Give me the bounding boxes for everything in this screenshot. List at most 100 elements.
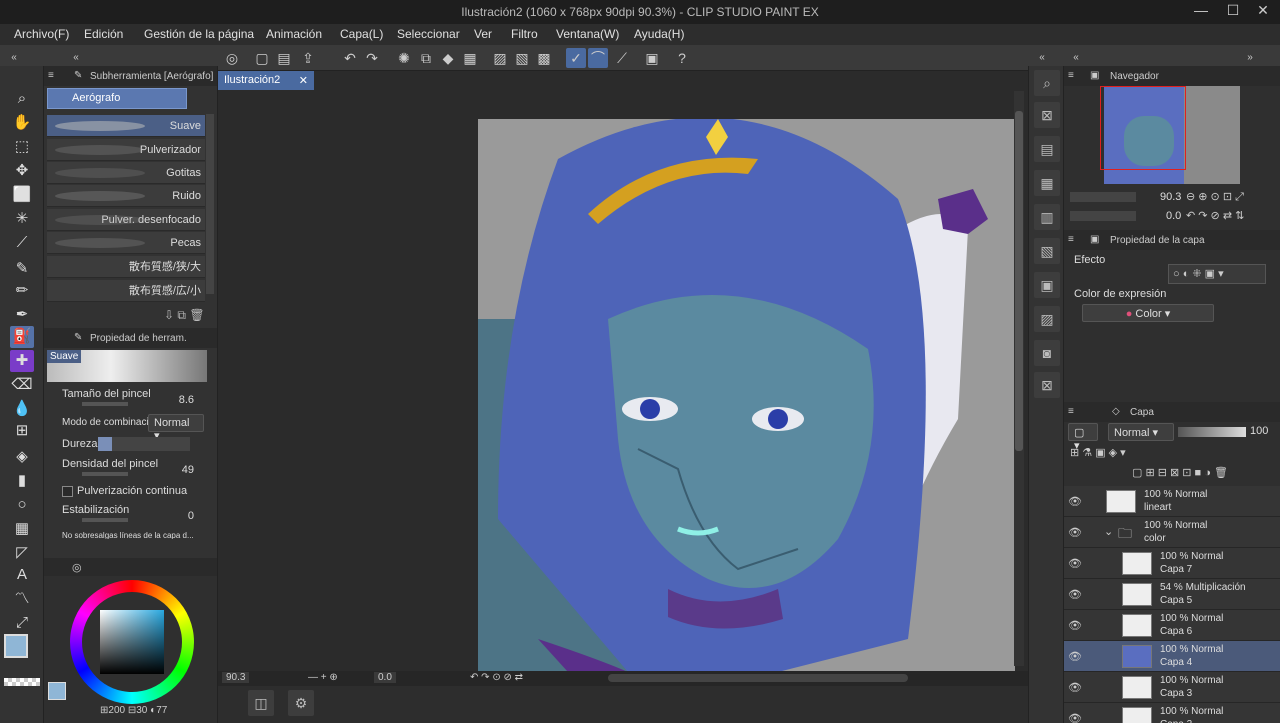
- undo-icon[interactable]: ↶: [340, 48, 360, 68]
- navigator-preview[interactable]: [1100, 86, 1240, 184]
- effect-buttons[interactable]: ○ ◐ ⁜ ▣ ▾: [1168, 264, 1266, 284]
- eraser-icon[interactable]: ⌫: [10, 374, 34, 396]
- horizontal-scrollbar[interactable]: [608, 674, 908, 682]
- layer-row[interactable]: 👁 100 % Normal Capa 4: [1064, 641, 1280, 672]
- fill-icon[interactable]: ◆: [438, 48, 458, 68]
- sub-view-icon[interactable]: ▧: [1034, 238, 1060, 264]
- layer-row[interactable]: 👁 54 % Multiplicación Capa 5: [1064, 579, 1280, 610]
- zoom-value[interactable]: 90.3: [222, 672, 250, 683]
- decoration-icon[interactable]: ✚: [10, 350, 34, 372]
- density-value[interactable]: 49: [182, 464, 194, 476]
- device-icon[interactable]: ▣: [642, 48, 662, 68]
- visibility-eye-icon[interactable]: 👁: [1068, 495, 1082, 508]
- layer-name-label[interactable]: Capa 3: [1160, 688, 1192, 699]
- maximize-button[interactable]: ☐: [1218, 2, 1248, 19]
- material-icon[interactable]: ▦: [1034, 170, 1060, 196]
- layer-name-label[interactable]: Capa 4: [1160, 657, 1192, 668]
- clear-icon[interactable]: ✺: [394, 48, 414, 68]
- menu-archivo[interactable]: Archivo(F): [14, 27, 69, 41]
- redo-icon[interactable]: ↷: [362, 48, 382, 68]
- brush-scatter-wide-small[interactable]: 散布質感/広/小: [47, 280, 205, 302]
- layer-name-label[interactable]: Capa 5: [1160, 595, 1192, 606]
- paste-icon[interactable]: ▦: [460, 48, 480, 68]
- layer-blend-dropdown[interactable]: Normal ▾: [1108, 423, 1174, 441]
- blend-mode-dropdown[interactable]: Normal ▾: [148, 414, 204, 442]
- subtool-scrollbar[interactable]: [206, 114, 214, 294]
- pen-snap-icon[interactable]: ⌒: [588, 48, 608, 68]
- magic-wand-icon[interactable]: ✳: [10, 208, 34, 230]
- correct-line-icon[interactable]: ⤢: [10, 612, 34, 634]
- collapse-left-icon[interactable]: «: [1066, 48, 1086, 68]
- navigator-zoom-slider[interactable]: [1070, 192, 1136, 202]
- close-tab-icon[interactable]: ✕: [299, 74, 308, 87]
- visibility-eye-icon[interactable]: 👁: [1068, 619, 1082, 632]
- density-row[interactable]: Densidad del pincel 49: [62, 458, 212, 476]
- main-color-swatch[interactable]: [4, 634, 28, 658]
- history-icon[interactable]: ▤: [1034, 136, 1060, 162]
- layer-row[interactable]: 👁 100 % Normal Capa 3: [1064, 672, 1280, 703]
- menu-icon[interactable]: ≡: [1068, 406, 1074, 417]
- menu-icon[interactable]: ≡: [1068, 234, 1074, 245]
- download-icon[interactable]: ⇩: [164, 308, 174, 322]
- subtool-group-tab[interactable]: Aerógrafo: [47, 88, 187, 109]
- search-icon[interactable]: ⌕: [1034, 70, 1060, 96]
- collapse-left-icon[interactable]: «: [4, 48, 24, 68]
- brush-scatter-narrow-large[interactable]: 散布質感/狭/大: [47, 256, 205, 278]
- navigator-zoom-value[interactable]: 90.3: [1160, 191, 1181, 203]
- menu-filtro[interactable]: Filtro: [511, 27, 538, 41]
- save-icon[interactable]: ⇪: [298, 48, 318, 68]
- brush-size-slider[interactable]: [82, 402, 128, 406]
- brush-suave[interactable]: Suave: [47, 115, 205, 137]
- folder-expand-icon[interactable]: ⌄: [1104, 525, 1113, 538]
- timeline-icon[interactable]: ▨: [1034, 306, 1060, 332]
- duplicate-icon[interactable]: ⧉: [177, 308, 186, 322]
- menu-ayuda[interactable]: Ayuda(H): [634, 27, 684, 41]
- gradient-icon[interactable]: ▮: [10, 470, 34, 492]
- text-icon[interactable]: A: [10, 564, 34, 586]
- navigator-rotation-slider[interactable]: [1070, 211, 1136, 221]
- menu-ventana[interactable]: Ventana(W): [556, 27, 619, 41]
- layer-opacity-slider[interactable]: [1178, 427, 1246, 437]
- layer-opacity-value[interactable]: 100: [1250, 425, 1268, 437]
- visibility-eye-icon[interactable]: 👁: [1068, 588, 1082, 601]
- current-color-swatch[interactable]: [48, 682, 66, 700]
- fill-bucket-icon[interactable]: ◈: [10, 446, 34, 468]
- ruler-icon[interactable]: ◸: [10, 542, 34, 564]
- layer-name-label[interactable]: Capa 2: [1160, 719, 1192, 723]
- collapse-left-icon[interactable]: «: [66, 48, 86, 68]
- stabilization-value[interactable]: 0: [188, 510, 194, 522]
- brush-pulverizador[interactable]: Pulverizador: [47, 139, 205, 161]
- menu-animacion[interactable]: Animación: [266, 27, 322, 41]
- snap-grid-icon[interactable]: ▧: [512, 48, 532, 68]
- item-bank-icon[interactable]: ▥: [1034, 204, 1060, 230]
- snap-ruler-icon[interactable]: ▨: [490, 48, 510, 68]
- expression-color-dropdown[interactable]: ● Color ▾: [1082, 304, 1214, 322]
- toggle-panels-icon[interactable]: ◫: [248, 690, 274, 716]
- layer-row[interactable]: 👁 100 % Normal Capa 2: [1064, 703, 1280, 723]
- brush-size-row[interactable]: Tamaño del pincel 8.6: [62, 388, 212, 406]
- rotation-controls[interactable]: ↶ ↷ ⊙ ⊘ ⇄: [470, 672, 523, 683]
- brush-gotitas[interactable]: Gotitas: [47, 162, 205, 184]
- zoom-icon[interactable]: ⌕: [10, 88, 34, 110]
- menu-icon[interactable]: ≡: [1068, 70, 1074, 81]
- layer-row[interactable]: 👁 100 % Normal Capa 6: [1064, 610, 1280, 641]
- layer-row[interactable]: 👁 100 % Normal lineart: [1064, 486, 1280, 517]
- mesh-icon[interactable]: ⊞: [10, 420, 34, 442]
- continuous-checkbox[interactable]: [62, 485, 73, 497]
- layer-search-icon[interactable]: ⊠: [1034, 102, 1060, 128]
- visibility-eye-icon[interactable]: 👁: [1068, 712, 1082, 723]
- help-icon[interactable]: ?: [672, 48, 692, 68]
- visibility-eye-icon[interactable]: 👁: [1068, 681, 1082, 694]
- visibility-eye-icon[interactable]: 👁: [1068, 526, 1082, 539]
- layer-folder-row[interactable]: 👁 ⌄ 🗀 100 % Normal color: [1064, 517, 1280, 548]
- brush-ruido[interactable]: Ruido: [47, 185, 205, 207]
- brush-icon[interactable]: ✒: [10, 304, 34, 326]
- close-panel-icon[interactable]: ⊠: [1034, 372, 1060, 398]
- menu-ver[interactable]: Ver: [474, 27, 492, 41]
- blend-icon-dropdown[interactable]: ▢ ▾: [1068, 423, 1098, 452]
- menu-gestion-pagina[interactable]: Gestión de la página: [144, 27, 254, 41]
- pen-pressure-icon[interactable]: ⟋: [612, 48, 632, 68]
- eyedropper-icon[interactable]: ⟋: [10, 232, 34, 254]
- menu-edicion[interactable]: Edición: [84, 27, 123, 41]
- navigator-zoom-buttons[interactable]: ⊖ ⊕ ⊙ ⊡ ⤢: [1186, 190, 1244, 204]
